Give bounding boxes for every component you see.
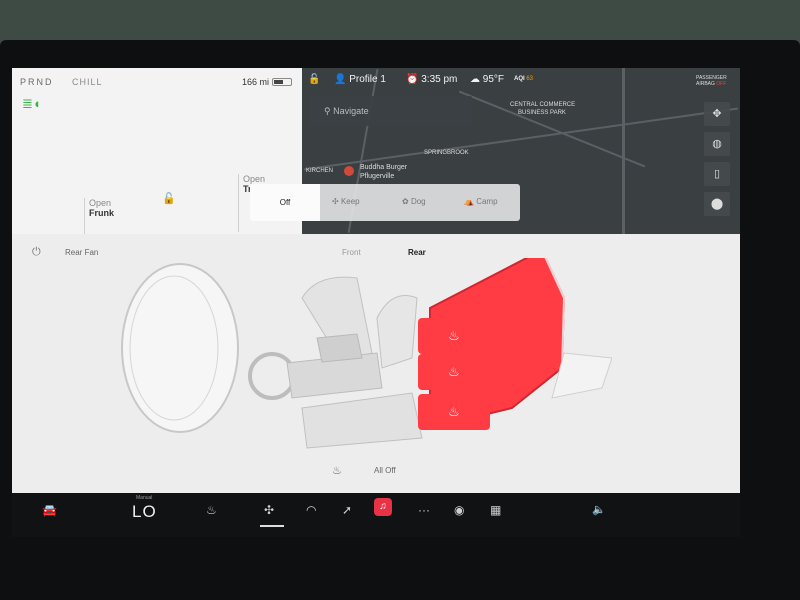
top-status-bar: 🔓 👤 Profile 1 ⏰ 3:35 pm ☁ 95°F AQI 63 PA… bbox=[302, 68, 740, 92]
heat-icon: ♨ bbox=[448, 404, 460, 419]
time-text: 3:35 pm bbox=[421, 74, 458, 85]
headlight-icon[interactable]: ≣◖ bbox=[22, 96, 41, 112]
profile-button[interactable]: 👤 Profile 1 bbox=[334, 74, 386, 85]
tab-front[interactable]: Front bbox=[342, 248, 361, 257]
airbag-line2: AIRBAG bbox=[696, 81, 715, 87]
front-seat-base bbox=[301, 392, 423, 449]
map-label: Buddha Burger bbox=[360, 164, 408, 171]
aqi-value: 63 bbox=[526, 76, 534, 82]
passenger-airbag-indicator: PASSENGER AIRBAG OFF bbox=[696, 75, 727, 87]
mode-dog-button[interactable]: ✿ Dog bbox=[402, 197, 426, 206]
frunk-action: Open bbox=[89, 198, 112, 208]
outside-temp: 95°F bbox=[482, 74, 505, 85]
battery-icon bbox=[272, 78, 292, 86]
globe-icon[interactable]: ◍ bbox=[704, 132, 730, 156]
mode-dog-label: Dog bbox=[410, 197, 426, 206]
climate-mode-selector: Off ✣ Keep ✿ Dog ⛺ Camp bbox=[250, 184, 520, 221]
more-apps-icon[interactable]: ··· bbox=[418, 503, 430, 517]
cabin-temperature[interactable]: LO bbox=[132, 502, 157, 522]
gear-indicator: PRND bbox=[20, 77, 54, 87]
temp-mode-caption: Manual bbox=[136, 495, 153, 501]
defrost-icon[interactable]: ◠ bbox=[306, 503, 316, 517]
all-off-button[interactable]: All Off bbox=[374, 466, 396, 475]
active-indicator bbox=[260, 525, 284, 527]
unlock-icon[interactable]: 🔓 bbox=[162, 192, 176, 205]
aqi-label: AQI bbox=[514, 76, 525, 82]
tent-icon: ⛺ bbox=[464, 197, 474, 206]
map-label: BUSINESS PARK bbox=[518, 110, 566, 116]
fan-icon[interactable]: ✣ bbox=[264, 503, 274, 517]
paw-icon: ✿ bbox=[402, 197, 409, 206]
music-app-icon[interactable]: ♫ bbox=[374, 498, 392, 516]
frunk-button[interactable]: Open Frunk bbox=[84, 198, 114, 234]
seat-heat-off-icon[interactable]: ♨ bbox=[332, 464, 342, 477]
volume-icon[interactable]: 🔈 bbox=[592, 503, 606, 516]
rear-right-seat-heater[interactable]: ♨ bbox=[418, 394, 490, 430]
rear-fan-label[interactable]: Rear Fan bbox=[65, 248, 98, 257]
battery-fill bbox=[274, 80, 283, 84]
touchscreen: PRND CHILL 166 mi ≣◖ Open Frunk 🔓 Open T… bbox=[12, 68, 740, 493]
status-bar: PRND CHILL 166 mi bbox=[12, 74, 302, 90]
map-label: KIRCHEN bbox=[306, 168, 334, 174]
frunk-label: Frunk bbox=[89, 208, 115, 218]
trunk-action: Open bbox=[243, 174, 266, 184]
navigation-app-icon[interactable]: ➚ bbox=[342, 503, 352, 517]
map-label: CENTRAL COMMERCE bbox=[510, 102, 576, 108]
search-placeholder: Navigate bbox=[333, 106, 369, 116]
power-icon[interactable]: ⏻ bbox=[32, 246, 41, 259]
calendar-icon[interactable]: ▦ bbox=[490, 503, 501, 517]
navigate-search[interactable]: ⚲ Navigate bbox=[310, 96, 472, 126]
restaurant-pin-icon[interactable] bbox=[344, 166, 354, 176]
mode-off-button[interactable]: Off bbox=[250, 184, 320, 221]
clock: ⏰ 3:35 pm bbox=[406, 74, 458, 85]
range-readout: 166 mi bbox=[242, 77, 270, 87]
profile-name: Profile 1 bbox=[349, 74, 386, 85]
map-toolbar: ✥ ◍ ▯ ⬤ bbox=[704, 102, 732, 222]
drive-mode: CHILL bbox=[72, 77, 103, 87]
mode-keep-label: Keep bbox=[340, 197, 360, 206]
map-road bbox=[622, 68, 625, 234]
windshield-shape bbox=[121, 263, 239, 433]
charging-icon[interactable]: ▯ bbox=[704, 162, 730, 186]
mode-camp-label: Camp bbox=[476, 197, 498, 206]
location-pin-icon[interactable]: ⬤ bbox=[704, 192, 730, 216]
recenter-icon[interactable]: ✥ bbox=[704, 102, 730, 126]
map-label: Pflugerville bbox=[360, 173, 395, 180]
search-icon: ⚲ bbox=[324, 106, 331, 116]
cabin-illustration bbox=[121, 258, 612, 449]
heat-icon: ♨ bbox=[448, 328, 460, 343]
bottom-dock: 🚘 Manual LO ♨ ✣ ◠ ➚ ♫ ··· ◉ ▦ 🔈 bbox=[12, 493, 740, 537]
mode-camp-button[interactable]: ⛺ Camp bbox=[464, 197, 498, 206]
seat-heater-icon[interactable]: ♨ bbox=[206, 503, 217, 517]
mode-keep-button[interactable]: ✣ Keep bbox=[332, 197, 360, 206]
center-console bbox=[316, 333, 363, 363]
heat-icon: ♨ bbox=[448, 364, 460, 379]
map-label: SPRINGBROOK bbox=[424, 150, 469, 156]
camera-icon[interactable]: ◉ bbox=[454, 503, 464, 517]
tab-rear[interactable]: Rear bbox=[408, 248, 426, 257]
lock-icon[interactable]: 🔓 bbox=[308, 74, 320, 85]
rear-left-seat-heater[interactable]: ♨ bbox=[418, 318, 490, 354]
aqi-indicator: AQI 63 bbox=[514, 76, 533, 82]
weather: ☁ 95°F bbox=[470, 74, 505, 85]
steering-wheel-icon bbox=[248, 352, 296, 400]
car-icon[interactable]: 🚘 bbox=[42, 503, 57, 517]
rear-center-seat-heater[interactable]: ♨ bbox=[418, 354, 490, 390]
fan-icon: ✣ bbox=[332, 197, 339, 206]
front-seat-right-back bbox=[376, 295, 418, 369]
airbag-status: OFF bbox=[716, 81, 727, 87]
